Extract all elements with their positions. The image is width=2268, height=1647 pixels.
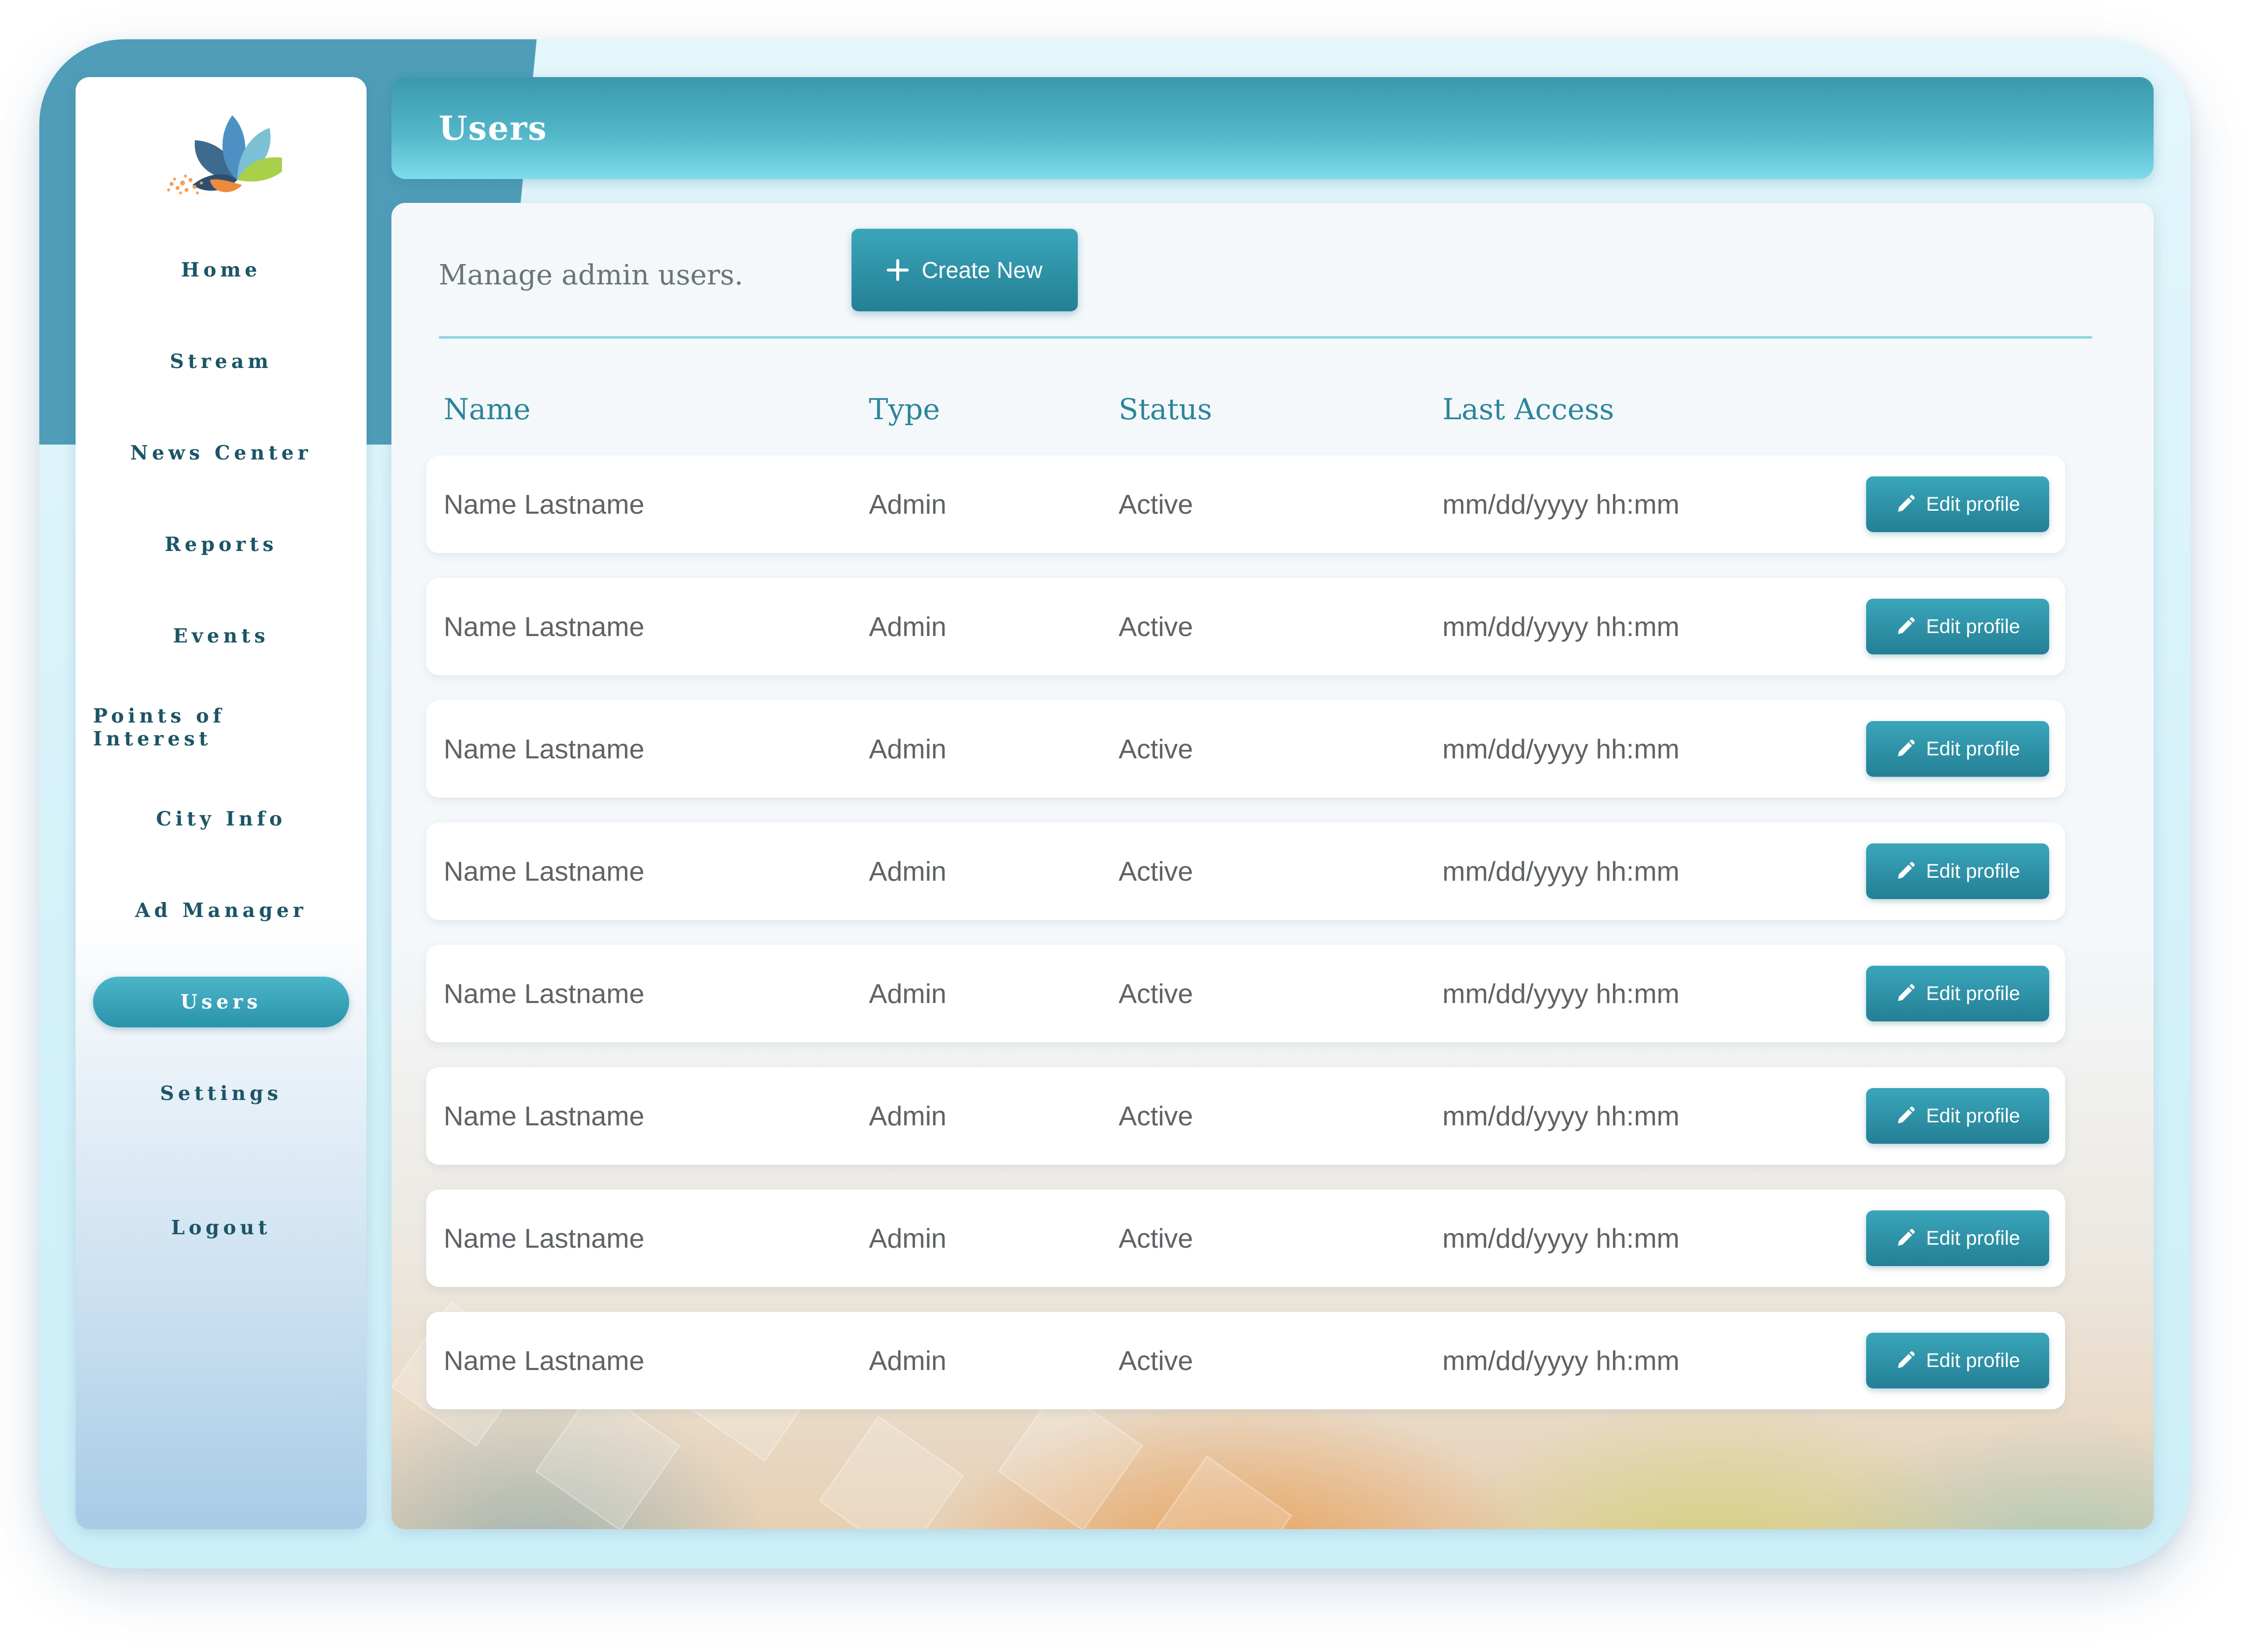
table-row: Name Lastname Admin Active mm/dd/yyyy hh… — [426, 945, 2065, 1042]
edit-profile-label: Edit profile — [1926, 1227, 2020, 1249]
edit-profile-button[interactable]: Edit profile — [1866, 843, 2049, 899]
sidebar: Home Stream News Center Reports Events P… — [76, 77, 367, 1529]
cell-name: Name Lastname — [444, 1223, 645, 1254]
table-row: Name Lastname Admin Active mm/dd/yyyy hh… — [426, 1067, 2065, 1165]
cell-name: Name Lastname — [444, 611, 645, 642]
create-new-button[interactable]: Create New — [851, 229, 1078, 311]
table-row: Name Lastname Admin Active mm/dd/yyyy hh… — [426, 456, 2065, 553]
edit-profile-button[interactable]: Edit profile — [1866, 476, 2049, 532]
sidebar-item-settings[interactable]: Settings — [93, 1068, 349, 1119]
cell-name: Name Lastname — [444, 733, 645, 764]
cell-type: Admin — [869, 1223, 946, 1254]
cell-last-access: mm/dd/yyyy hh:mm — [1442, 1223, 1680, 1254]
edit-profile-button[interactable]: Edit profile — [1866, 1210, 2049, 1266]
cell-status: Active — [1119, 856, 1193, 887]
cell-status: Active — [1119, 1100, 1193, 1131]
cell-last-access: mm/dd/yyyy hh:mm — [1442, 733, 1680, 764]
cell-type: Admin — [869, 856, 946, 887]
cell-type: Admin — [869, 1345, 946, 1376]
page-description: Manage admin users. — [439, 259, 744, 291]
edit-profile-label: Edit profile — [1926, 493, 2020, 515]
edit-profile-button[interactable]: Edit profile — [1866, 1333, 2049, 1388]
cell-status: Active — [1119, 1345, 1193, 1376]
table-row: Name Lastname Admin Active mm/dd/yyyy hh… — [426, 1312, 2065, 1409]
cell-status: Active — [1119, 489, 1193, 520]
table-row: Name Lastname Admin Active mm/dd/yyyy hh… — [426, 1190, 2065, 1287]
cell-name: Name Lastname — [444, 978, 645, 1009]
cell-name: Name Lastname — [444, 489, 645, 520]
page-title: Users — [439, 108, 548, 148]
cell-name: Name Lastname — [444, 856, 645, 887]
edit-profile-label: Edit profile — [1926, 615, 2020, 638]
edit-profile-button[interactable]: Edit profile — [1866, 966, 2049, 1021]
cell-last-access: mm/dd/yyyy hh:mm — [1442, 489, 1680, 520]
cell-type: Admin — [869, 978, 946, 1009]
edit-profile-button[interactable]: Edit profile — [1866, 721, 2049, 777]
edit-profile-button[interactable]: Edit profile — [1866, 599, 2049, 654]
pencil-icon — [1897, 1351, 1915, 1368]
plus-icon — [887, 259, 909, 281]
cell-type: Admin — [869, 733, 946, 764]
edit-profile-label: Edit profile — [1926, 1349, 2020, 1372]
sidebar-item-events[interactable]: Events — [93, 611, 349, 661]
cell-last-access: mm/dd/yyyy hh:mm — [1442, 856, 1680, 887]
table-row: Name Lastname Admin Active mm/dd/yyyy hh… — [426, 578, 2065, 675]
sidebar-item-news-center[interactable]: News Center — [93, 428, 349, 478]
column-header-name: Name — [444, 392, 531, 426]
edit-profile-label: Edit profile — [1926, 860, 2020, 882]
cell-name: Name Lastname — [444, 1345, 645, 1376]
sidebar-item-users[interactable]: Users — [93, 977, 349, 1027]
pencil-icon — [1897, 495, 1915, 512]
cell-last-access: mm/dd/yyyy hh:mm — [1442, 1345, 1680, 1376]
divider — [439, 336, 2092, 339]
edit-profile-button[interactable]: Edit profile — [1866, 1088, 2049, 1144]
sidebar-item-city-info[interactable]: City Info — [93, 794, 349, 844]
cell-last-access: mm/dd/yyyy hh:mm — [1442, 978, 1680, 1009]
sidebar-item-points-of-interest[interactable]: Points of Interest — [93, 702, 349, 753]
cell-status: Active — [1119, 611, 1193, 642]
table-row: Name Lastname Admin Active mm/dd/yyyy hh… — [426, 700, 2065, 798]
cell-status: Active — [1119, 1223, 1193, 1254]
edit-profile-label: Edit profile — [1926, 1104, 2020, 1127]
cell-status: Active — [1119, 733, 1193, 764]
pencil-icon — [1897, 739, 1915, 756]
cell-type: Admin — [869, 489, 946, 520]
pencil-icon — [1897, 617, 1915, 634]
sidebar-item-home[interactable]: Home — [93, 245, 349, 295]
pencil-icon — [1897, 1106, 1915, 1123]
cell-last-access: mm/dd/yyyy hh:mm — [1442, 1100, 1680, 1131]
edit-profile-label: Edit profile — [1926, 982, 2020, 1005]
logo-icon — [167, 115, 282, 194]
sidebar-item-logout[interactable]: Logout — [93, 1202, 349, 1253]
column-header-status: Status — [1119, 392, 1213, 426]
sidebar-item-reports[interactable]: Reports — [93, 519, 349, 570]
pencil-icon — [1897, 1229, 1915, 1246]
sidebar-item-ad-manager[interactable]: Ad Manager — [93, 885, 349, 936]
table-row: Name Lastname Admin Active mm/dd/yyyy hh… — [426, 823, 2065, 920]
cell-status: Active — [1119, 978, 1193, 1009]
cell-type: Admin — [869, 611, 946, 642]
cell-name: Name Lastname — [444, 1100, 645, 1131]
cell-type: Admin — [869, 1100, 946, 1131]
pencil-icon — [1897, 984, 1915, 1001]
main-panel: Manage admin users. Create New Name Type… — [391, 203, 2154, 1529]
column-header-type: Type — [869, 392, 940, 426]
column-header-last-access: Last Access — [1442, 392, 1614, 426]
page-header: Users — [391, 77, 2154, 179]
edit-profile-label: Edit profile — [1926, 737, 2020, 760]
pencil-icon — [1897, 862, 1915, 879]
cell-last-access: mm/dd/yyyy hh:mm — [1442, 611, 1680, 642]
create-new-label: Create New — [922, 257, 1042, 283]
sidebar-item-stream[interactable]: Stream — [93, 336, 349, 387]
